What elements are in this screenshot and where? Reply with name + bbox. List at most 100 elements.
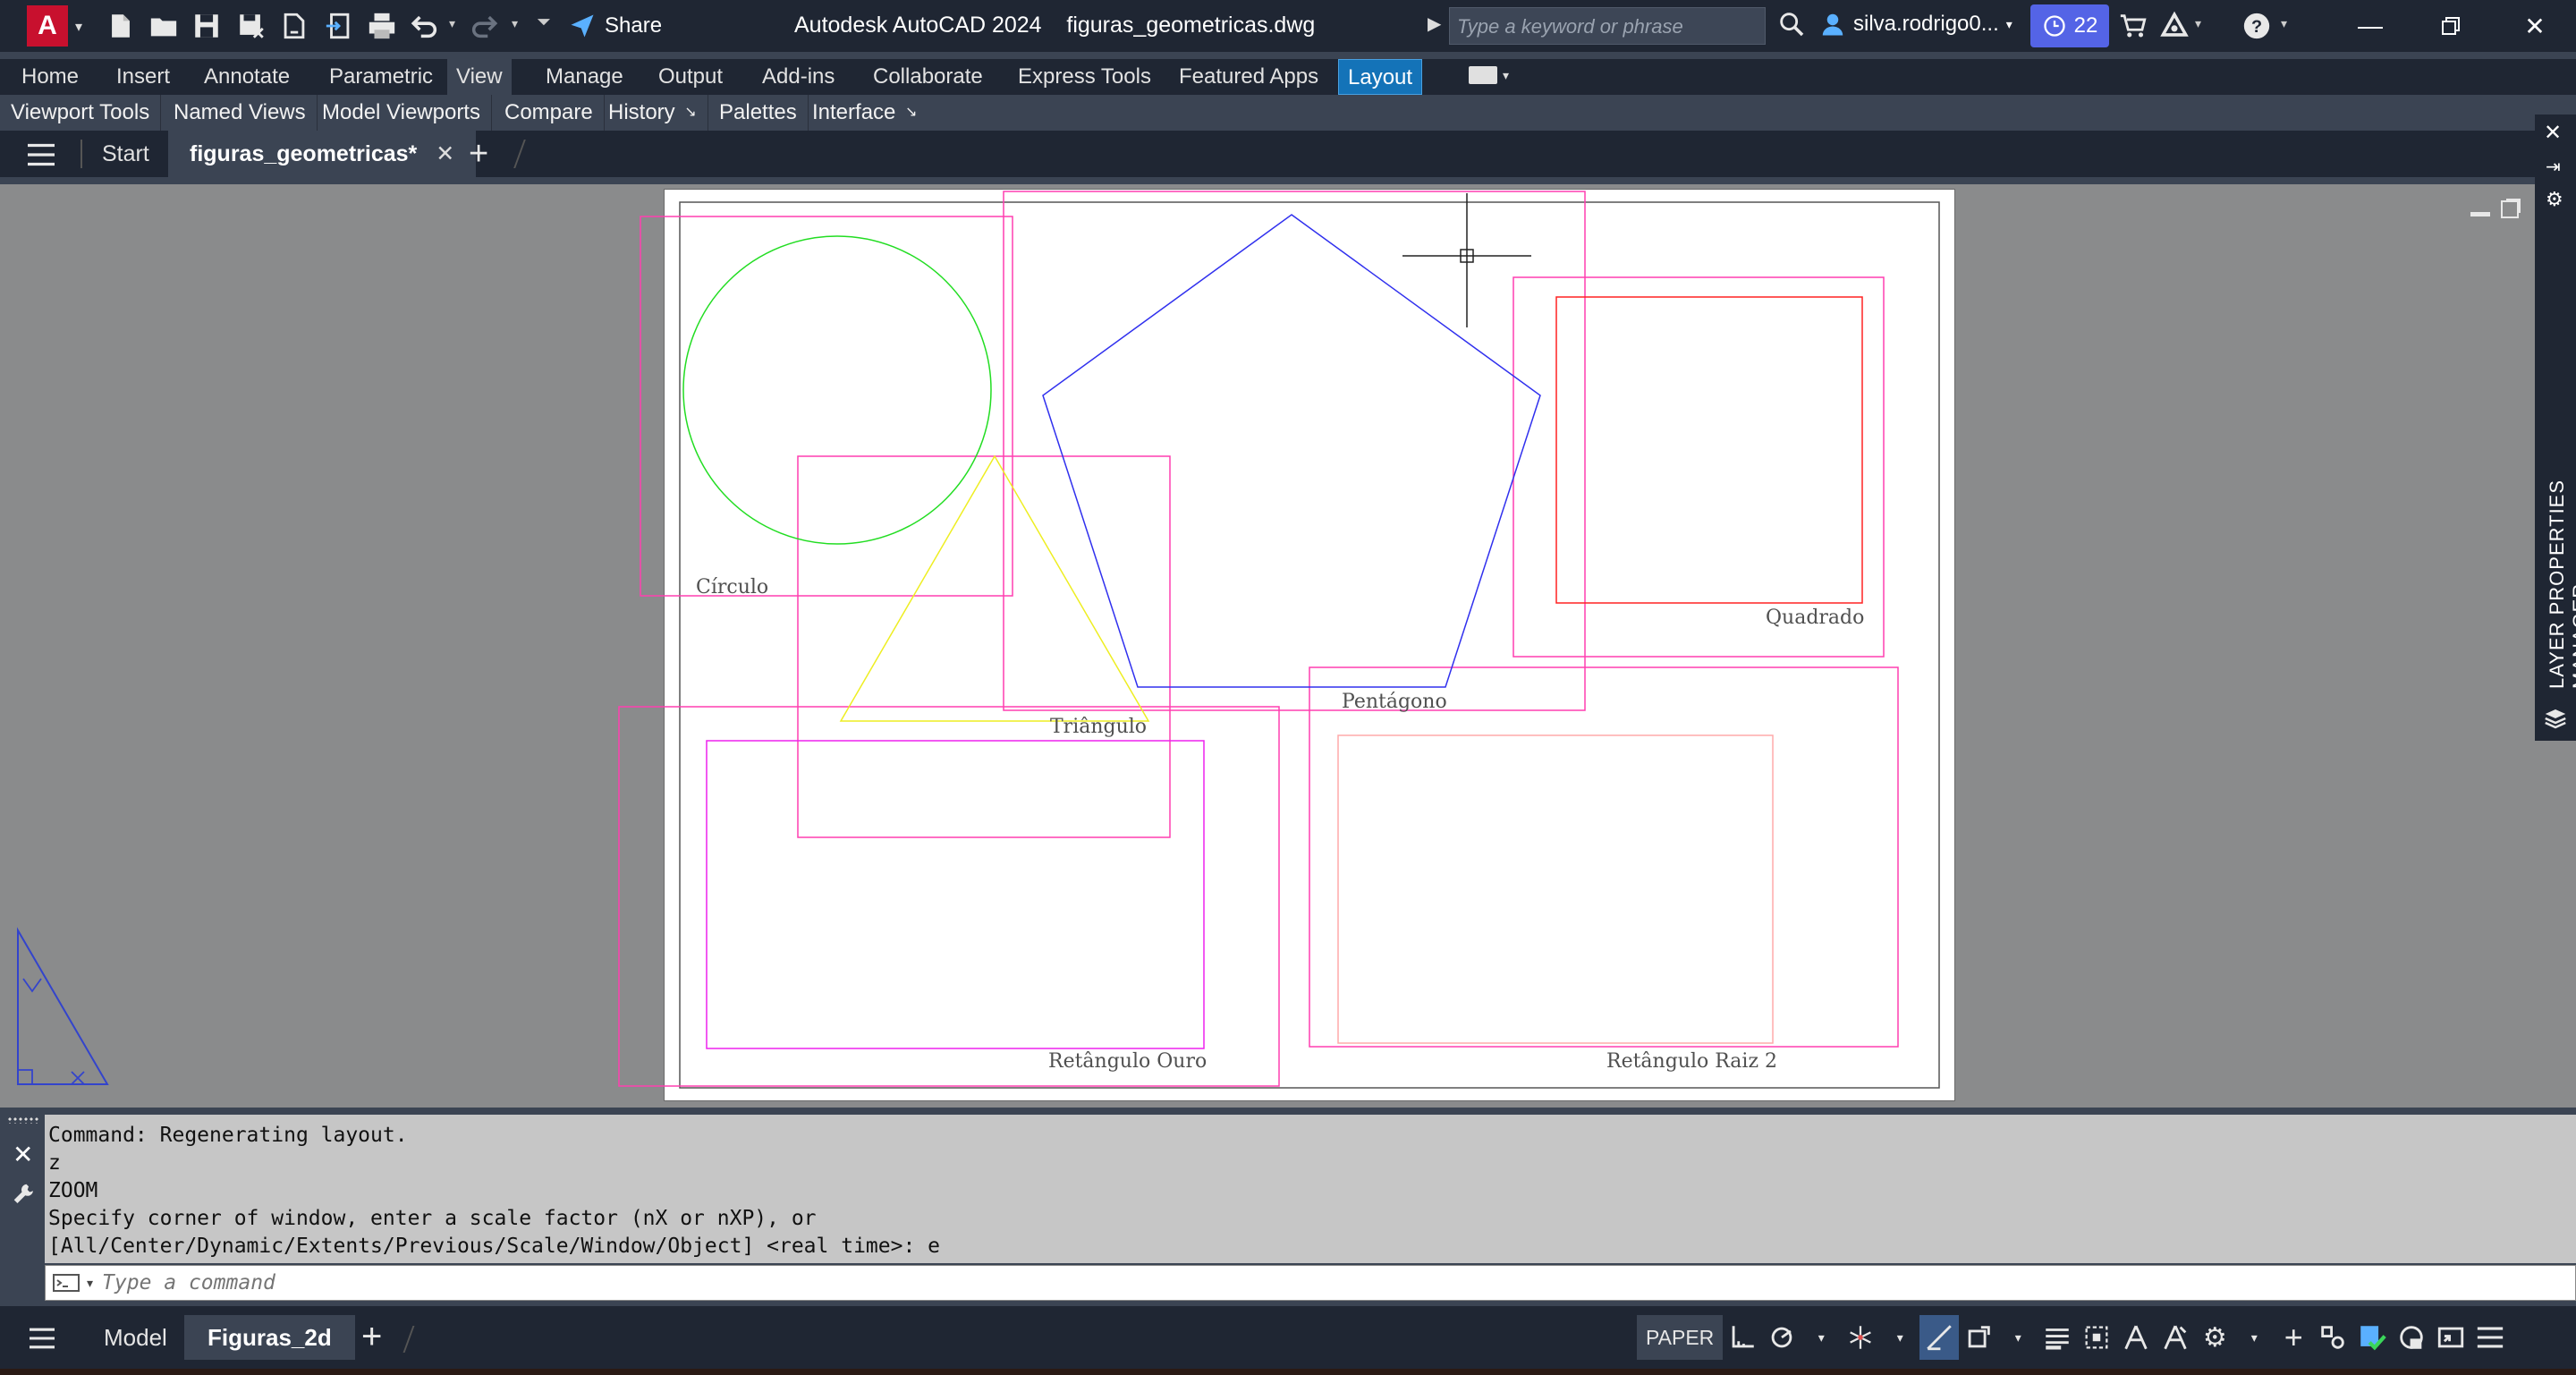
chevron-down-icon[interactable]: ▾ [2281,16,2287,31]
panel-interface[interactable]: Interface ↘ [801,95,928,131]
undo-icon[interactable] [408,9,442,43]
viewport-maximize-icon[interactable] [2501,200,2519,218]
close-tab-icon[interactable]: ✕ [436,141,454,166]
object-snap-tracking-icon[interactable] [1919,1315,1960,1360]
square-shape[interactable] [1555,296,1863,604]
lineweight-icon[interactable] [2038,1315,2077,1360]
polar-tracking-icon[interactable] [1762,1315,1801,1360]
command-input[interactable] [93,1267,2575,1299]
tab-layout[interactable]: Layout [1338,59,1423,95]
drawing-canvas[interactable]: Círculo Quadrado Pentágono Triângulo Ret… [0,184,2576,1108]
customization-menu-icon[interactable] [2470,1315,2510,1360]
panel-viewport-tools[interactable]: Viewport Tools [0,95,162,131]
customize-wrench-icon[interactable] [11,1181,38,1212]
isodraft-icon[interactable] [1841,1315,1880,1360]
new-tab-icon[interactable]: + [469,137,488,171]
lock-ui-icon[interactable] [2392,1315,2431,1360]
layout-menu-icon[interactable] [27,1326,57,1355]
auto-hide-icon[interactable]: ⇥ [2546,156,2561,178]
hardware-acceleration-icon[interactable] [2431,1315,2470,1360]
expand-arrow-icon[interactable]: ▶ [1428,13,1441,35]
plot-icon[interactable] [365,9,399,43]
panel-model-viewports[interactable]: Model Viewports [311,95,492,131]
tab-home[interactable]: Home [13,59,88,95]
open-folder-icon[interactable] [147,9,181,43]
paper-space-toggle[interactable]: PAPER [1637,1315,1724,1360]
close-command-icon[interactable]: ✕ [13,1140,33,1169]
chevron-down-icon[interactable]: ▾ [75,18,82,36]
annotation-monitor-plus-icon[interactable]: + [2274,1315,2313,1360]
selection-cycling-icon[interactable] [2077,1315,2116,1360]
tab-express-tools[interactable]: Express Tools [1009,59,1160,95]
save-icon[interactable] [190,9,224,43]
undo-dropdown-icon[interactable]: ▾ [449,16,455,31]
annotation-scale-icon[interactable] [2156,1315,2195,1360]
new-layout-icon[interactable]: + [361,1317,382,1357]
hamburger-menu-icon[interactable] [25,141,57,173]
chevron-down-icon[interactable]: ▾ [1801,1315,1841,1360]
save-to-web-icon[interactable] [277,9,311,43]
minimize-icon[interactable]: — [2343,5,2397,47]
triangle-shape[interactable] [839,454,1150,722]
object-snap-icon[interactable] [1959,1315,1998,1360]
redo-dropdown-icon[interactable]: ▾ [512,16,518,31]
customize-toolbar-icon[interactable]: ⏷ [537,13,551,33]
search-icon[interactable] [1776,9,1807,44]
layer-properties-manager-tab[interactable]: LAYER PROPERTIES MANAGER [2546,403,2576,689]
circle-shape[interactable] [682,235,992,545]
close-icon[interactable]: ✕ [2508,5,2562,47]
viewport-triangle[interactable] [797,455,1171,838]
chevron-down-icon[interactable]: ▾ [2195,16,2201,31]
redo-icon[interactable] [467,9,501,43]
root2-rectangle-shape[interactable] [1337,734,1774,1044]
tab-model[interactable]: Model [104,1315,167,1360]
chevron-down-icon[interactable]: ▾ [2234,1315,2274,1360]
pentagon-shape[interactable] [1042,214,1541,688]
chevron-down-icon[interactable]: ▾ [1998,1315,2038,1360]
panel-compare[interactable]: Compare [494,95,605,131]
tab-annotate[interactable]: Annotate [195,59,299,95]
viewport-golden-rect[interactable] [618,706,1280,1087]
command-window-grip[interactable]: ✕ [5,1113,41,1301]
save-as-icon[interactable] [234,9,268,43]
viewport-square[interactable] [1513,276,1885,658]
panel-palettes[interactable]: Palettes [708,95,809,131]
tab-insert[interactable]: Insert [107,59,179,95]
user-account-menu[interactable]: silva.rodrigo0... ▾ [1819,11,2012,38]
share-button[interactable]: Share [569,9,662,43]
workspace-gear-icon[interactable]: ⚙ [2195,1315,2234,1360]
trial-days-badge[interactable]: 22 [2030,4,2109,47]
properties-settings-icon[interactable]: ⚙ [2546,188,2563,211]
tab-parametric[interactable]: Parametric [320,59,442,95]
viewport-pentagon[interactable] [1003,191,1586,711]
close-palette-icon[interactable]: ✕ [2544,120,2562,146]
chevron-down-icon[interactable]: ▾ [1880,1315,1919,1360]
layer-stack-icon[interactable] [2542,705,2569,736]
viewport-minimize-icon[interactable] [2470,200,2490,216]
quick-properties-icon[interactable] [2352,1315,2392,1360]
help-icon[interactable]: ? [2240,9,2274,43]
autodesk-app-icon[interactable] [2157,9,2191,43]
viewport-circle[interactable] [640,216,1013,597]
tab-start[interactable]: Start [102,131,149,177]
tab-view[interactable]: View [447,59,512,95]
search-input[interactable]: Type a keyword or phrase [1449,7,1766,45]
ribbon-minimize-button[interactable]: ▾ [1469,66,1509,84]
golden-rectangle-shape[interactable] [706,740,1205,1049]
command-prompt-icon[interactable]: ▾ [53,1272,93,1294]
tab-collaborate[interactable]: Collaborate [864,59,992,95]
cart-icon[interactable] [2116,9,2150,43]
annotation-visibility-icon[interactable] [2116,1315,2156,1360]
viewport-root2-rect[interactable] [1309,666,1899,1048]
autocad-logo-button[interactable]: A [27,5,68,47]
units-icon[interactable] [2313,1315,2352,1360]
tab-manage[interactable]: Manage [537,59,632,95]
tab-output[interactable]: Output [649,59,732,95]
tab-featured-apps[interactable]: Featured Apps [1170,59,1327,95]
restore-icon[interactable] [2424,5,2478,47]
panel-named-views[interactable]: Named Views [163,95,318,131]
tab-figuras-geometricas[interactable]: figuras_geometricas* ✕ [168,131,477,177]
import-icon[interactable] [322,9,356,43]
new-file-icon[interactable] [104,9,138,43]
grid-snap-icon[interactable] [1723,1315,1762,1360]
